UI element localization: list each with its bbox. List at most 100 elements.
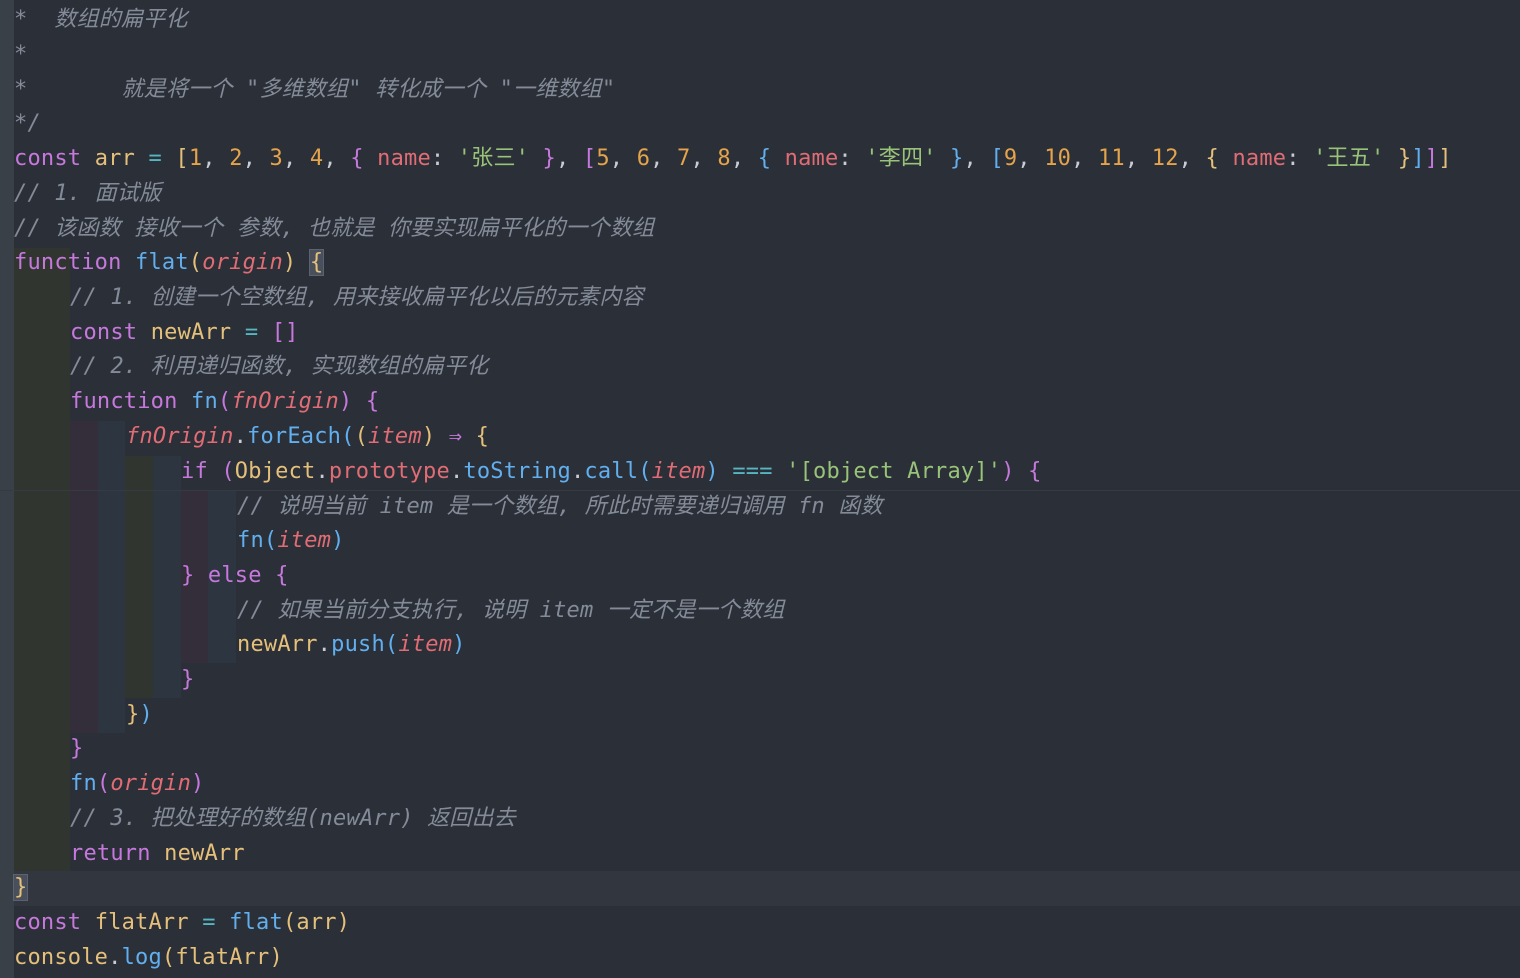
function-token: fn xyxy=(191,389,218,414)
code-line[interactable]: if (Object.prototype.toString.call(item)… xyxy=(181,455,1042,490)
number-token: 9 xyxy=(1003,146,1018,171)
string-token: '王五' xyxy=(1313,146,1385,171)
bracket-token: ( xyxy=(384,632,399,657)
bracket-token: ( xyxy=(638,459,652,484)
punct-token: . xyxy=(570,459,585,484)
property-token: name xyxy=(784,146,839,171)
code-line[interactable]: * 就是将一个 "多维数组" 转化成一个 "一维数组" xyxy=(14,73,615,108)
code-line[interactable]: * xyxy=(14,38,27,73)
code-line[interactable]: * 数组的扁平化 xyxy=(14,3,188,38)
bracket-token: { xyxy=(1028,459,1042,484)
string-token: '张三' xyxy=(457,146,530,171)
function-token: flat xyxy=(229,910,283,935)
code-line[interactable]: fn(origin) xyxy=(70,767,204,802)
code-line[interactable]: } xyxy=(181,663,194,698)
bracket-token: ( xyxy=(188,250,203,275)
variable-token: flatArr xyxy=(94,910,189,935)
comment-token: // 1. 面试版 xyxy=(14,181,162,206)
bracket-token: [] xyxy=(271,320,299,345)
bracket-token: } xyxy=(181,667,195,692)
punct-token: , xyxy=(1124,146,1152,171)
number-token: 11 xyxy=(1097,146,1125,171)
punct-token: : xyxy=(430,146,458,171)
code-editor[interactable]: * 数组的扁平化 * * 就是将一个 "多维数组" 转化成一个 "一维数组" *… xyxy=(0,0,1520,978)
punct-token: : xyxy=(838,146,866,171)
code-line[interactable]: function flat(origin) { xyxy=(14,246,325,281)
indent-guide-3 xyxy=(98,421,125,733)
comment-token: * 就是将一个 "多维数组" 转化成一个 "一维数组" xyxy=(14,77,616,102)
code-line[interactable]: fnOrigin.forEach((item) ⇒ { xyxy=(126,420,489,455)
current-code-line[interactable]: } xyxy=(12,871,1520,906)
parameter-token: item xyxy=(368,424,422,449)
code-line[interactable]: const flatArr = flat(arr) xyxy=(14,906,350,941)
bracket-token: ( xyxy=(354,424,369,449)
code-line[interactable]: // 1. 面试版 xyxy=(14,177,161,212)
code-line[interactable]: // 1. 创建一个空数组, 用来接收扁平化以后的元素内容 xyxy=(70,281,644,316)
punct-token: : xyxy=(1286,146,1314,171)
comment-token: // 1. 创建一个空数组, 用来接收扁平化以后的元素内容 xyxy=(70,285,644,310)
code-line[interactable]: const newArr = [] xyxy=(70,316,299,351)
bracket-token: ( xyxy=(263,528,278,553)
bracket-token: ( xyxy=(217,389,232,414)
function-token: fn xyxy=(237,528,264,553)
parameter-token: item xyxy=(651,459,706,484)
code-line[interactable]: newArr.push(item) xyxy=(237,628,466,663)
code-line[interactable]: fn(item) xyxy=(237,524,345,559)
operator-token: = xyxy=(202,910,216,935)
function-token: toString xyxy=(463,459,571,484)
indent-guide-1 xyxy=(14,248,70,872)
punct-token: , xyxy=(282,146,310,171)
function-token: call xyxy=(584,459,639,484)
number-token: 2 xyxy=(229,146,243,171)
code-line[interactable]: // 2. 利用递归函数, 实现数组的扁平化 xyxy=(70,350,488,385)
bracket-token: [ xyxy=(582,146,597,171)
code-line[interactable]: // 3. 把处理好的数组(newArr) 返回出去 xyxy=(70,802,516,837)
bracket-token: } xyxy=(126,702,140,727)
matched-bracket-token: } xyxy=(12,874,29,901)
code-line[interactable]: // 该函数 接收一个 参数, 也就是 你要实现扁平化的一个数组 xyxy=(14,212,654,247)
code-line[interactable]: // 如果当前分支执行, 说明 item 一定不是一个数组 xyxy=(237,594,785,629)
number-token: 12 xyxy=(1151,146,1179,171)
code-line[interactable]: return newArr xyxy=(70,837,245,872)
variable-token: console xyxy=(14,945,109,970)
code-line[interactable]: }) xyxy=(126,698,153,733)
punct-token: , xyxy=(556,146,583,171)
punct-token: . xyxy=(233,424,248,449)
function-token: flat xyxy=(135,250,189,275)
bracket-token: } xyxy=(70,736,84,761)
variable-token: arr xyxy=(94,146,136,171)
parameter-token: origin xyxy=(110,771,192,796)
arrow-token: ⇒ xyxy=(448,424,463,449)
string-token: '[object Array]' xyxy=(786,459,1002,484)
bracket-token: } xyxy=(950,146,964,171)
indent-guide-4 xyxy=(125,456,153,698)
code-line[interactable]: function fn(fnOrigin) { xyxy=(70,385,379,420)
bracket-token: { xyxy=(475,424,490,449)
code-line[interactable]: */ xyxy=(14,107,41,142)
number-token: 5 xyxy=(596,146,610,171)
punct-token: , xyxy=(242,146,270,171)
variable-token: arr xyxy=(296,910,337,935)
function-token: log xyxy=(121,945,162,970)
bracket-token: ( xyxy=(341,424,355,449)
variable-token: flatArr xyxy=(175,945,270,970)
code-line[interactable]: } else { xyxy=(181,559,289,594)
code-line[interactable]: console.log(flatArr) xyxy=(14,941,283,976)
bracket-token: } xyxy=(1397,146,1412,171)
keyword-token: const xyxy=(14,910,82,935)
indent-guide-5 xyxy=(153,456,181,698)
bracket-token: ( xyxy=(282,910,297,935)
bracket-token: ] xyxy=(1438,146,1452,171)
function-token: forEach xyxy=(247,424,342,449)
code-line[interactable]: } xyxy=(70,732,83,767)
punct-token: , xyxy=(650,146,678,171)
code-line[interactable]: const arr = [1, 2, 3, 4, { name: '张三' },… xyxy=(14,142,1452,177)
code-line[interactable]: // 说明当前 item 是一个数组, 所此时需要递归调用 fn 函数 xyxy=(237,490,883,525)
property-token: name xyxy=(1232,146,1287,171)
function-token: fn xyxy=(70,771,97,796)
parameter-token: item xyxy=(398,632,453,657)
punct-token: , xyxy=(690,146,718,171)
bracket-token: { xyxy=(350,146,364,171)
bracket-token: ) xyxy=(705,459,719,484)
punct-token: , xyxy=(1178,146,1206,171)
